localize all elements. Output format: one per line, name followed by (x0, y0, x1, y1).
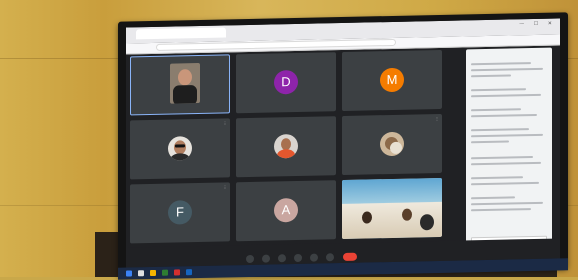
panel-text-line (471, 208, 531, 212)
browser-tab[interactable] (136, 27, 226, 40)
monitor: — ☐ ✕ D M ⋮ ⋮ F ⋮ A (118, 12, 568, 280)
panel-text-line (471, 62, 531, 66)
panel-text-line (471, 113, 537, 118)
monitor-screen: — ☐ ✕ D M ⋮ ⋮ F ⋮ A (126, 18, 560, 268)
participant-avatar (168, 135, 192, 161)
participant-avatar: M (380, 67, 404, 92)
participant-tile[interactable]: ⋮ (130, 118, 230, 180)
panel-text-line (471, 196, 515, 200)
panel-text-line (471, 108, 521, 112)
panel-text-line (471, 140, 509, 144)
panel-text-line (471, 181, 539, 186)
panel-text-line (471, 128, 529, 132)
participant-avatar: F (168, 199, 192, 225)
participant-avatar: A (274, 197, 298, 222)
more-options-icon[interactable]: ⋮ (435, 116, 439, 121)
start-icon[interactable] (126, 270, 132, 277)
participant-grid: D M ⋮ ⋮ F ⋮ A (130, 49, 450, 247)
participant-avatar (274, 133, 298, 158)
panel-text-line (471, 201, 543, 206)
panel-text-line (471, 93, 541, 98)
app-icon[interactable] (162, 269, 168, 276)
panel-text-line (471, 67, 543, 72)
panel-text-line (471, 133, 543, 138)
panel-text-line (471, 176, 523, 180)
more-options-icon[interactable]: ⋮ (223, 120, 227, 125)
side-panel (466, 47, 552, 250)
captions-button[interactable] (278, 254, 287, 263)
participant-tile[interactable]: D (236, 52, 336, 114)
panel-text-line (471, 156, 533, 160)
folder-icon[interactable] (150, 269, 156, 277)
participant-tile[interactable]: ⋮ (342, 113, 442, 176)
panel-text-line (471, 88, 526, 92)
more-options-icon[interactable]: ⋮ (223, 184, 227, 189)
participant-avatar (380, 131, 404, 156)
present-button[interactable] (310, 253, 319, 262)
participant-tile[interactable]: A (236, 180, 336, 242)
window-controls[interactable]: — ☐ ✕ (519, 21, 556, 28)
raise-hand-button[interactable] (294, 253, 303, 263)
participant-tile[interactable] (236, 116, 336, 178)
camera-button[interactable] (262, 254, 271, 263)
participant-tile[interactable]: M (342, 49, 442, 112)
panel-text-line (471, 74, 511, 78)
camera-tile[interactable] (342, 177, 442, 240)
end-call-button[interactable] (342, 252, 357, 262)
microphone-button[interactable] (246, 254, 254, 264)
app-icon[interactable] (186, 269, 192, 276)
search-icon[interactable] (138, 270, 144, 277)
panel-text-line (471, 161, 541, 166)
more-options-button[interactable] (326, 253, 335, 262)
participant-avatar: D (274, 69, 298, 94)
participant-video (170, 62, 200, 104)
participant-tile[interactable]: F ⋮ (130, 182, 230, 244)
participant-tile[interactable] (130, 54, 230, 116)
browser-icon[interactable] (174, 269, 180, 276)
